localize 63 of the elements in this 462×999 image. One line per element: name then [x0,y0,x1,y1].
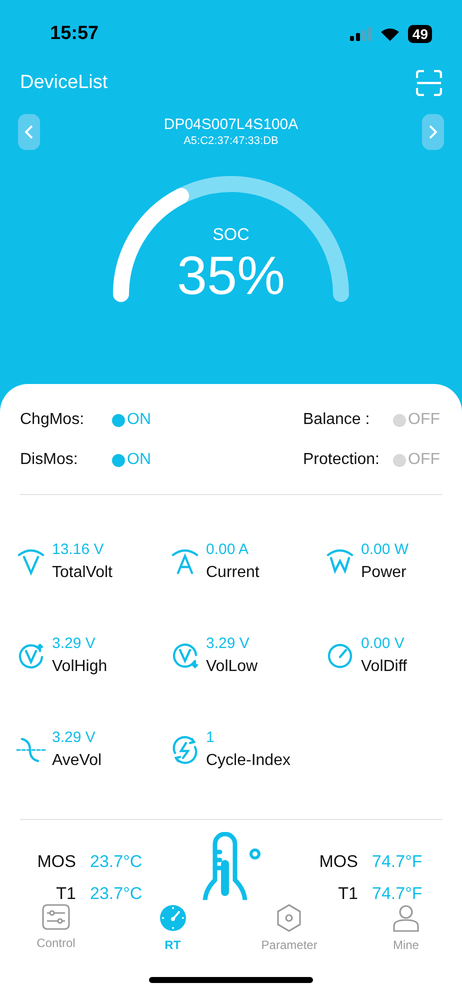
metric-label: Cycle-Index [206,751,290,771]
temperature-label: T1 [56,884,76,900]
next-button[interactable] [422,114,444,150]
switch-label: Protection: [303,450,380,470]
scan-icon[interactable] [416,70,442,96]
metric-label: TotalVolt [52,563,112,583]
temperature-value: 74.7°F [372,852,424,872]
device-name: DP04S007L4S100A [164,116,298,134]
header-title[interactable]: DeviceList [20,68,108,98]
temperature-value: 74.7°F [372,884,424,900]
gauge-icon [158,904,187,932]
voltage-icon [16,547,46,577]
switch-state: ON [127,410,151,430]
metric-label: VolHigh [52,657,108,677]
person-icon [392,904,419,932]
metric-value: 13.16 V [52,540,105,560]
tab[interactable]: RT [130,900,215,960]
metric-label: AveVol [52,751,102,771]
metric-value: 0.00 V [361,634,406,654]
tab[interactable]: Control [14,900,98,960]
metric-value: 1 [206,728,216,748]
temperature-value: 23.7°C [90,852,144,872]
current-icon [170,547,200,577]
switch-label: Balance : [303,410,371,430]
tab[interactable]: Mine [364,900,448,960]
temperature-label: T1 [338,884,358,900]
sliders-icon [42,904,70,930]
average-icon [16,735,46,765]
soc-value: 35% [176,248,286,304]
temperature-value: 23.7°C [90,884,144,900]
chevron-left-icon [25,125,33,139]
metric-label: VolLow [206,657,258,677]
switch-state: ON [127,450,151,470]
voltage-down-icon [170,641,200,671]
wifi-icon [380,27,400,41]
soc-label: SOC [212,224,250,246]
metric-value: 3.29 V [52,634,96,654]
metric-value: 3.29 V [206,634,250,654]
metric-value: 0.00 W [361,540,409,560]
cycle-icon [170,735,200,765]
switch-label: DisMos: [20,450,79,470]
switch-state: OFF [408,450,441,470]
voltage-up-icon [16,641,46,671]
battery-indicator: 49 [408,25,432,43]
metric-label: Current [206,563,260,583]
power-icon [325,547,355,577]
metric-value: 3.29 V [52,728,96,748]
device-address: A5:C2:37:47:33:DB [184,134,278,148]
hexagon-icon [276,904,302,932]
signal-icon [350,27,372,41]
metric-label: VolDiff [361,657,407,677]
previous-button[interactable] [18,114,40,150]
switch-label: ChgMos: [20,410,86,430]
thermometer-icon [201,832,261,900]
switch-state: OFF [408,410,441,430]
status-time: 15:57 [50,22,99,46]
gauge-icon [325,641,355,671]
temperature-label: MOS [319,852,358,872]
chevron-right-icon [429,125,437,139]
metric-value: 0.00 A [206,540,250,560]
tab[interactable]: Parameter [247,900,332,960]
metric-label: Power [361,563,408,583]
temperature-label: MOS [37,852,76,872]
